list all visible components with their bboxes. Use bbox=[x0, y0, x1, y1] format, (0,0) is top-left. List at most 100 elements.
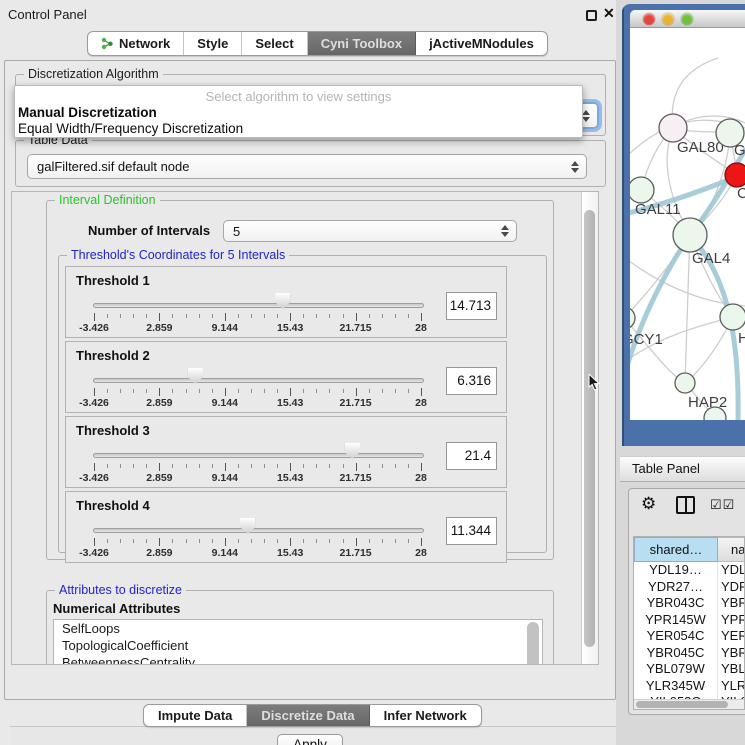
slider-tick bbox=[238, 314, 239, 318]
scrollbar-thumb[interactable] bbox=[584, 210, 595, 647]
threshold-value-field[interactable]: 14.713 bbox=[446, 292, 497, 320]
slider-track[interactable] bbox=[93, 303, 424, 308]
slider-tick bbox=[382, 464, 383, 468]
attribute-list-item[interactable]: TopologicalCoefficient bbox=[54, 637, 542, 654]
cell-shared-name: YLR345W bbox=[634, 678, 718, 695]
table-row[interactable]: YER054CYER0 bbox=[634, 628, 745, 645]
slider-tick bbox=[238, 464, 239, 468]
network-node[interactable] bbox=[720, 304, 745, 330]
network-node[interactable] bbox=[675, 373, 695, 393]
table-horizontal-scrollbar[interactable] bbox=[634, 699, 744, 709]
slider-track[interactable] bbox=[93, 378, 424, 383]
scrollbar-thumb[interactable] bbox=[636, 701, 728, 708]
slider-track[interactable] bbox=[93, 453, 424, 458]
settings-scroll-area: Interval Definition Number of Intervals … bbox=[11, 191, 599, 665]
slider-tick bbox=[264, 314, 265, 318]
slider-tick bbox=[264, 389, 265, 393]
slider-tick bbox=[225, 313, 226, 321]
number-of-intervals-label: Number of Intervals bbox=[88, 223, 210, 238]
cell-name: YDL1 bbox=[718, 562, 745, 579]
column-header-name[interactable]: na bbox=[718, 537, 745, 562]
slider-tick bbox=[369, 464, 370, 468]
zoom-traffic-light-icon[interactable] bbox=[681, 13, 693, 25]
network-canvas[interactable]: GAL80GACGAL11GAL4GCY1HHAP2 bbox=[630, 28, 745, 420]
slider-tick bbox=[159, 388, 160, 396]
slider-tick bbox=[303, 314, 304, 318]
popup-item[interactable]: Equal Width/Frequency Discretization bbox=[18, 121, 579, 136]
slider-tick bbox=[369, 389, 370, 393]
slider-tick bbox=[382, 539, 383, 543]
numerical-attributes-list[interactable]: SelfLoopsTopologicalCoefficientBetweenne… bbox=[53, 619, 543, 665]
number-of-intervals-combobox[interactable]: 5 bbox=[223, 220, 517, 242]
slider-tick bbox=[264, 464, 265, 468]
attribute-list-item[interactable]: SelfLoops bbox=[54, 620, 542, 637]
table-row[interactable]: YBL079WYBL0 bbox=[634, 661, 745, 678]
slider-tick bbox=[356, 313, 357, 321]
table-row[interactable]: YBR043CYBR0 bbox=[634, 595, 745, 612]
list-scrollbar[interactable] bbox=[527, 622, 539, 665]
table-row[interactable]: YDR27…YDR2 bbox=[634, 579, 745, 596]
table-row[interactable]: YPR145WYPR1 bbox=[634, 612, 745, 629]
table-row[interactable]: YBR045CYBR0 bbox=[634, 645, 745, 662]
tab-infer-network[interactable]: Infer Network bbox=[370, 705, 481, 726]
network-node[interactable] bbox=[630, 307, 635, 329]
float-window-icon[interactable] bbox=[586, 10, 597, 21]
network-node[interactable] bbox=[659, 114, 687, 142]
tab-discretize-data[interactable]: Discretize Data bbox=[247, 705, 369, 726]
slider-tick bbox=[421, 463, 422, 471]
slider-tick bbox=[290, 313, 291, 321]
tab-label: Style bbox=[197, 36, 228, 51]
slider-tick bbox=[421, 313, 422, 321]
column-header-shared[interactable]: shared… bbox=[634, 537, 718, 562]
network-node[interactable] bbox=[630, 177, 654, 203]
tab-style[interactable]: Style bbox=[184, 32, 242, 55]
tab-select[interactable]: Select bbox=[242, 32, 307, 55]
slider-tick-label: 28 bbox=[415, 547, 427, 559]
apply-button[interactable]: Apply bbox=[277, 734, 343, 745]
slider-tick bbox=[343, 389, 344, 393]
number-of-intervals-value: 5 bbox=[233, 224, 240, 239]
slider-tick bbox=[251, 539, 252, 543]
network-edge bbox=[685, 235, 690, 383]
slider-tick bbox=[395, 539, 396, 543]
checkbox-icons[interactable]: ☑☑ bbox=[710, 497, 735, 513]
tab-cyni-toolbox[interactable]: Cyni Toolbox bbox=[308, 32, 416, 55]
slider-tick-label: 28 bbox=[415, 397, 427, 409]
slider-tick-label: 21.715 bbox=[340, 547, 372, 559]
threshold-value-field[interactable]: 6.316 bbox=[446, 367, 497, 395]
network-window-titlebar[interactable] bbox=[630, 10, 745, 28]
slider-tick bbox=[107, 389, 108, 393]
slider-tick bbox=[303, 539, 304, 543]
cell-name: YLR3 bbox=[718, 678, 745, 695]
minimize-traffic-light-icon[interactable] bbox=[662, 13, 674, 25]
mode-tabs: Impute Data Discretize Data Infer Network bbox=[143, 704, 482, 727]
table-data-combobox[interactable]: galFiltered.sif default node bbox=[27, 154, 587, 179]
tab-label: Impute Data bbox=[158, 708, 232, 723]
table-row[interactable]: YLR345WYLR3 bbox=[634, 678, 745, 695]
panel-scrollbar[interactable] bbox=[581, 192, 598, 665]
popup-item[interactable]: Manual Discretization bbox=[18, 105, 579, 120]
slider-tick bbox=[120, 314, 121, 318]
slider-tick bbox=[146, 389, 147, 393]
network-node[interactable] bbox=[725, 163, 745, 187]
threshold-value-field[interactable]: 11.344 bbox=[446, 517, 497, 545]
attribute-list-item[interactable]: BetweennessCentrality bbox=[54, 654, 542, 665]
columns-icon[interactable] bbox=[676, 496, 695, 514]
tab-jactivemnodules[interactable]: jActiveMNodules bbox=[416, 32, 547, 55]
tab-network[interactable]: Network bbox=[88, 32, 184, 55]
slider-tick bbox=[329, 539, 330, 543]
slider-tick bbox=[94, 388, 95, 396]
slider-tick-label: 15.43 bbox=[277, 397, 303, 409]
threshold-item: Threshold 3-3.4262.8599.14415.4321.71528… bbox=[65, 416, 507, 488]
gear-icon[interactable]: ⚙ bbox=[641, 494, 656, 514]
network-node[interactable] bbox=[673, 218, 707, 252]
slider-tick bbox=[356, 388, 357, 396]
close-icon[interactable]: ✕ bbox=[603, 5, 615, 22]
tab-label: Discretize Data bbox=[261, 708, 354, 723]
threshold-value-field[interactable]: 21.4 bbox=[446, 442, 497, 470]
slider-track[interactable] bbox=[93, 528, 424, 533]
tab-impute-data[interactable]: Impute Data bbox=[144, 705, 247, 726]
close-traffic-light-icon[interactable] bbox=[643, 13, 655, 25]
table-row[interactable]: YDL19…YDL1 bbox=[634, 562, 745, 579]
slider-tick-label: 28 bbox=[415, 472, 427, 484]
